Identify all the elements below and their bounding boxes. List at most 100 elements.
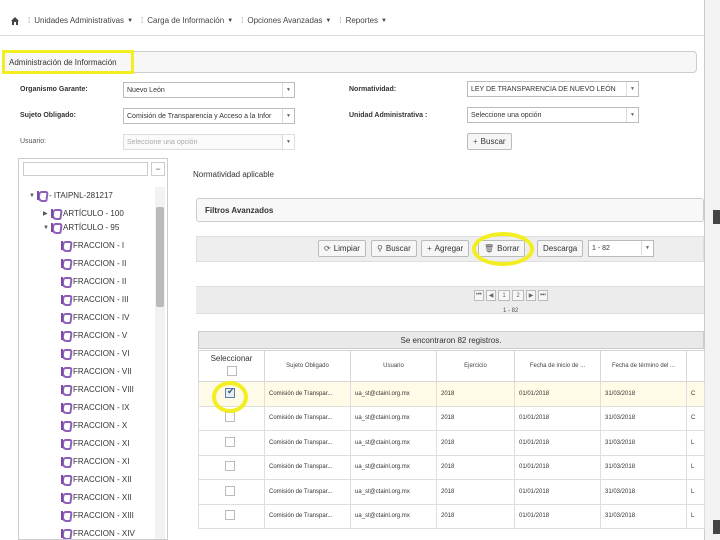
usuario-value: Seleccione una opción [127, 138, 198, 146]
tree-node-articulo-95[interactable]: ▼ ARTÍCULO - 95 [43, 223, 119, 232]
col-ejercicio[interactable]: Ejercicio [436, 350, 515, 382]
checkbox-highlight-circle [212, 381, 248, 413]
row-checkbox[interactable] [225, 510, 235, 521]
tree-search-input[interactable] [23, 162, 148, 176]
tree-node-fraccion[interactable]: FRACCION - IX [61, 403, 129, 412]
tree-node-fraccion[interactable]: FRACCION - III [61, 295, 129, 304]
last-page-icon[interactable]: ⏭ [538, 290, 548, 301]
cell-ejercicio: 2018 [436, 405, 515, 431]
tree-node-fraccion[interactable]: FRACCION - XI [61, 457, 129, 466]
table-row[interactable]: Comisión de Transpar...ua_st@ctainl.org.… [198, 405, 705, 431]
tree-node-fraccion[interactable]: FRACCION - IV [61, 313, 129, 322]
tree-node-fraccion[interactable]: FRACCION - XII [61, 493, 132, 502]
col-fecha-inicio[interactable]: Fecha de inicio de ... [514, 350, 601, 382]
table-row[interactable]: Comisión de Transpar...ua_st@ctainl.org.… [198, 479, 705, 505]
search-icon: ⚲ [377, 244, 383, 253]
tree-node-fraccion[interactable]: FRACCION - X [61, 421, 127, 430]
tree-node-root[interactable]: ▼ - ITAIPNL-281217 [29, 191, 113, 200]
table-row[interactable]: Comisión de Transpar...ua_st@ctainl.org.… [198, 381, 705, 407]
col-seleccionar: Seleccionar [198, 350, 265, 382]
tree-node-label: FRACCION - VIII [73, 385, 134, 394]
buscar-button[interactable]: + Buscar [467, 133, 512, 150]
cell-inicio: 01/01/2018 [514, 454, 601, 480]
home-icon[interactable] [10, 16, 20, 26]
nav-separator: ⁞ [28, 16, 31, 25]
row-checkbox[interactable] [225, 461, 235, 472]
caret-down-icon: ▼ [127, 17, 134, 24]
nav-carga-informacion[interactable]: ⁞ Carga de Información ▼ [141, 16, 233, 25]
tree-node-fraccion[interactable]: FRACCION - I [61, 241, 124, 250]
tree-node-fraccion[interactable]: FRACCION - VIII [61, 385, 134, 394]
folder-icon [61, 511, 71, 520]
table-row[interactable]: Comisión de Transpar...ua_st@ctainl.org.… [198, 454, 705, 480]
tree-node-fraccion[interactable]: FRACCION - XIV [61, 529, 135, 538]
limpiar-label: Limpiar [333, 244, 360, 253]
scrollbar-thumb[interactable] [156, 207, 164, 307]
first-page-icon[interactable]: ⏮ [474, 290, 484, 301]
column-label: Seleccionar [210, 354, 253, 363]
expand-toggle-icon[interactable]: ▼ [43, 225, 51, 231]
unidad-select[interactable]: Seleccione una opción ▼ [467, 107, 639, 123]
tree-node-label: FRACCION - XII [73, 475, 132, 484]
tree-node-fraccion[interactable]: FRACCION - XII [61, 475, 132, 484]
normatividad-select[interactable]: LEY DE TRANSPARENCIA DE NUEVO LEÓN ▼ [467, 81, 639, 97]
agregar-label: Agregar [434, 244, 464, 253]
col-fecha-termino[interactable]: Fecha de término del ... [600, 350, 687, 382]
cell-usuario: ua_st@ctainl.org.mx [350, 454, 437, 480]
range-select[interactable]: 1 - 82 ▼ [588, 240, 654, 257]
agregar-button[interactable]: + Agregar [421, 240, 470, 257]
cell-termino: 31/03/2018 [600, 503, 687, 529]
tree-node-label: FRACCION - I [73, 241, 125, 250]
buscar-grid-button[interactable]: ⚲ Buscar [371, 240, 417, 257]
tree-node-fraccion[interactable]: FRACCION - V [61, 331, 127, 340]
nav-unidades-administrativas[interactable]: ⁞ Unidades Administrativas ▼ [28, 16, 133, 25]
cell-sujeto: Comisión de Transpar... [264, 430, 351, 456]
folder-icon [61, 295, 71, 304]
row-checkbox[interactable] [225, 436, 235, 447]
tree-node-fraccion[interactable]: FRACCION - VI [61, 349, 129, 358]
pager-bar [196, 286, 704, 314]
cell-extra: C [686, 381, 705, 407]
tree-node-label: FRACCION - VI [73, 349, 130, 358]
row-checkbox[interactable] [225, 485, 235, 496]
expand-toggle-icon[interactable]: ▼ [29, 193, 37, 199]
results-count: Se encontraron 82 registros. [198, 331, 704, 349]
cell-inicio: 01/01/2018 [514, 503, 601, 529]
folder-icon [61, 349, 71, 358]
tree-scrollbar[interactable] [155, 187, 165, 539]
prev-page-icon[interactable]: ◀ [486, 290, 496, 301]
tree-node-fraccion[interactable]: FRACCION - VII [61, 367, 132, 376]
tree-node-articulo-100[interactable]: ▶ ARTÍCULO - 100 [43, 209, 124, 218]
chevron-down-icon: ▼ [641, 241, 653, 255]
tree-node-label: ARTÍCULO - 100 [63, 209, 124, 218]
nav-opciones-avanzadas[interactable]: ⁞ Opciones Avanzadas ▼ [241, 16, 331, 25]
usuario-select[interactable]: Seleccione una opción ▼ [123, 134, 295, 150]
table-row[interactable]: Comisión de Transpar...ua_st@ctainl.org.… [198, 503, 705, 529]
chevron-down-icon: ▼ [626, 82, 638, 96]
col-usuario[interactable]: Usuario [350, 350, 437, 382]
nav-reportes[interactable]: ⁞ Reportes ▼ [339, 16, 387, 25]
pager-info: 1 - 82 [503, 308, 519, 314]
page-1-button[interactable]: 1 [498, 290, 510, 301]
limpiar-button[interactable]: ⟳ Limpiar [318, 240, 366, 257]
filtros-avanzados-bar[interactable]: Filtros Avanzados [196, 198, 704, 222]
col-sujeto[interactable]: Sujeto Obligado [264, 350, 351, 382]
table-row[interactable]: Comisión de Transpar...ua_st@ctainl.org.… [198, 430, 705, 456]
nav-label: Unidades Administrativas [34, 16, 125, 25]
tree-node-fraccion[interactable]: FRACCION - II [61, 259, 126, 268]
tree-node-fraccion[interactable]: FRACCION - XIII [61, 511, 134, 520]
next-page-icon[interactable]: ▶ [526, 290, 536, 301]
collapse-tree-button[interactable]: − [151, 162, 165, 176]
page-2-button[interactable]: 2 [512, 290, 524, 301]
row-checkbox[interactable] [225, 412, 235, 423]
caret-down-icon: ▼ [227, 17, 234, 24]
unidad-value: Seleccione una opción [471, 111, 542, 119]
select-all-checkbox[interactable] [226, 366, 237, 376]
expand-toggle-icon[interactable]: ▶ [43, 210, 51, 217]
sujeto-label: Sujeto Obligado: [20, 112, 76, 119]
tree-node-fraccion[interactable]: FRACCION - XI [61, 439, 129, 448]
tree-node-fraccion[interactable]: FRACCION - II [61, 277, 126, 286]
organismo-select[interactable]: Nuevo León ▼ [123, 82, 295, 98]
sujeto-select[interactable]: Comisión de Transparencia y Acceso a la … [123, 108, 295, 124]
descarga-button[interactable]: Descarga [537, 240, 584, 257]
